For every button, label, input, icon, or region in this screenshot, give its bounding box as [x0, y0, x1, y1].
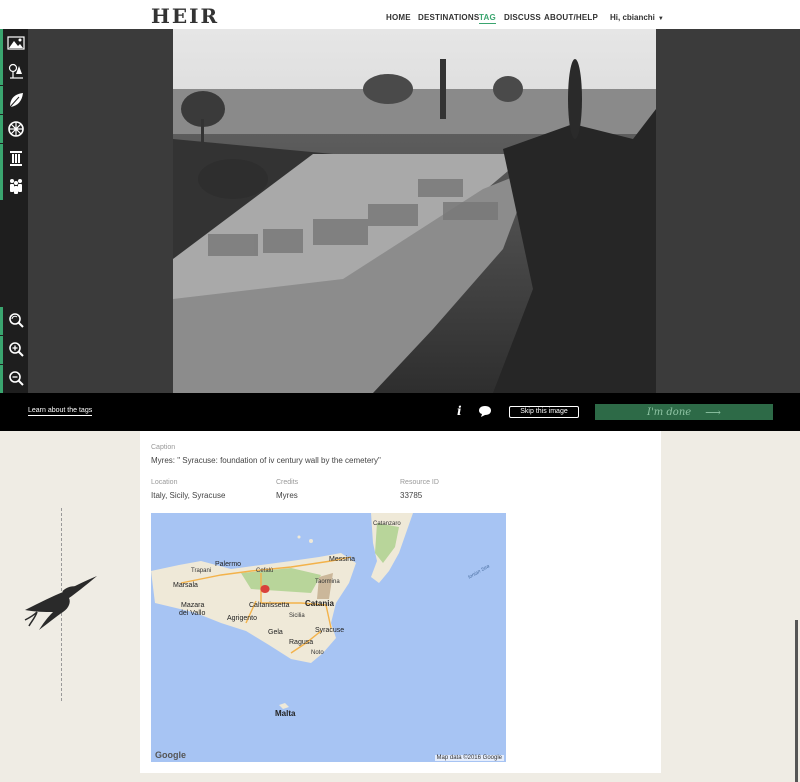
map-label-caltanissetta: Caltanissetta [249, 602, 290, 609]
archival-photo[interactable] [173, 29, 656, 393]
credits-label: Credits [276, 479, 299, 486]
landscape-icon[interactable] [0, 29, 28, 57]
map-label-del-vallo: del Vallo [179, 610, 206, 617]
arrow-right-icon: ⟶ [705, 405, 721, 419]
credits-value: Myres [276, 491, 298, 500]
people-icon[interactable] [0, 172, 28, 200]
caption-text: Myres: " Syracuse: foundation of iv cent… [151, 456, 381, 465]
map-label-cefalu: Cefalù [256, 568, 274, 574]
image-tagger [0, 29, 800, 393]
map-label-syracuse: Syracuse [315, 627, 345, 634]
image-details-card: Caption Myres: " Syracuse: foundation of… [140, 431, 661, 773]
google-logo: Google [155, 750, 186, 760]
zoom-out-icon[interactable] [0, 365, 28, 393]
info-icon[interactable]: i [457, 404, 462, 418]
map-label-malta: Malta [275, 709, 296, 718]
user-greeting: Hi, cbianchi [610, 13, 655, 22]
nav-home[interactable]: HOME [386, 13, 411, 22]
nav-discuss[interactable]: DISCUSS [504, 13, 541, 22]
chevron-down-icon: ▼ [657, 16, 664, 22]
resource-id-value: 33785 [400, 491, 423, 500]
map-label-catanzaro: Catanzaro [373, 521, 401, 527]
map-label-gela: Gela [268, 629, 283, 636]
map-label-marsala: Marsala [173, 582, 198, 589]
swallow-illustration [24, 576, 97, 630]
caption-label: Caption [151, 444, 176, 451]
tag-action-bar: Learn about the tags i Skip this image I… [0, 393, 800, 431]
reset-zoom-icon[interactable] [0, 307, 28, 335]
wheel-icon[interactable] [0, 115, 28, 143]
map-label-messina: Messina [329, 556, 356, 563]
resource-id-label: Resource ID [400, 479, 439, 486]
location-value: Italy, Sicily, Syracuse [151, 491, 226, 500]
column-icon[interactable] [0, 144, 28, 172]
location-map[interactable]: Palermo Messina Catanzaro Trapani Cefalù… [151, 513, 506, 762]
comment-icon[interactable] [478, 405, 492, 417]
map-label-ragusa: Ragusa [289, 639, 314, 646]
scrollbar-thumb[interactable] [795, 620, 798, 782]
top-header: HEIR HOME DESTINATIONS TAG DISCUSS ABOUT… [0, 0, 800, 29]
map-attribution: Map data ©2016 Google [434, 755, 504, 761]
done-button[interactable]: I'm done ⟶ [595, 404, 773, 420]
done-label: I'm done [647, 406, 692, 418]
nav-destinations[interactable]: DESTINATIONS [418, 13, 479, 22]
map-label-mazara: Mazara [181, 602, 205, 609]
map-label-noto: Noto [311, 650, 324, 656]
nav-about-help[interactable]: ABOUT/HELP [544, 13, 598, 22]
map-label-catania: Catania [305, 599, 334, 608]
map-label-agrigento: Agrigento [227, 615, 257, 622]
nav-tag[interactable]: TAG [479, 13, 496, 24]
tag-toolbar [0, 29, 28, 393]
map-label-taormina: Taormina [315, 579, 340, 585]
skip-image-button[interactable]: Skip this image [509, 406, 579, 418]
plant-icon[interactable] [0, 57, 28, 85]
map-label-sicilia: Sicilia [289, 613, 305, 619]
zoom-in-icon[interactable] [0, 336, 28, 364]
location-label: Location [151, 479, 178, 486]
site-logo[interactable]: HEIR [151, 4, 219, 28]
user-menu[interactable]: Hi, cbianchi ▼ [610, 13, 664, 22]
map-label-trapani: Trapani [191, 568, 212, 574]
map-label-palermo: Palermo [215, 561, 242, 568]
leaf-icon[interactable] [0, 86, 28, 114]
learn-tags-link[interactable]: Learn about the tags [28, 407, 93, 416]
